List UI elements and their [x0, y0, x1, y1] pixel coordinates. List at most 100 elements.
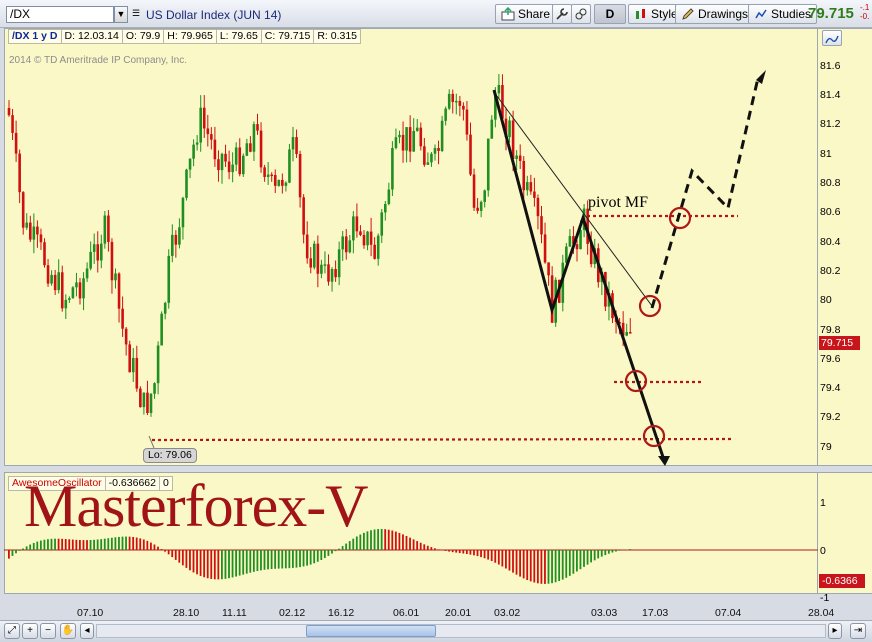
histogram-bar	[391, 530, 394, 550]
price-tick-label: 79.4	[820, 382, 841, 394]
target-circle[interactable]	[668, 206, 692, 230]
candle-body	[327, 264, 330, 282]
symbol-lookup-button[interactable]: ☰	[129, 6, 143, 23]
histogram-bar	[334, 550, 337, 552]
period-button[interactable]: D	[594, 4, 626, 24]
histogram-bar	[554, 550, 557, 583]
zoom-out-button[interactable]: −	[40, 623, 56, 639]
candle-body	[171, 234, 174, 256]
candle-body	[362, 234, 366, 246]
scroll-end-button[interactable]: ⇥	[850, 623, 866, 639]
histogram-bar	[171, 550, 174, 558]
candle-body	[270, 174, 273, 177]
histogram-bar	[583, 550, 585, 567]
histogram-bar	[43, 539, 46, 550]
candle-body	[114, 273, 117, 281]
histogram-bar	[505, 550, 507, 569]
pan-button[interactable]: ✋	[60, 623, 76, 639]
scrollbar-thumb[interactable]	[306, 625, 436, 637]
osc-tick-label: 0	[820, 545, 826, 557]
symbol-dropdown-button[interactable]: ▼	[114, 6, 128, 23]
histogram-bar	[448, 550, 450, 552]
candle-body	[547, 262, 550, 276]
scroll-right-button[interactable]: ▸	[828, 623, 842, 639]
share-label: Share	[518, 7, 551, 21]
share-button[interactable]: Share	[495, 4, 557, 24]
symbol-input[interactable]: /DX	[6, 6, 114, 23]
histogram-bar	[533, 550, 536, 583]
candle-body	[110, 241, 114, 281]
histogram-bar	[93, 539, 95, 550]
candle-body	[313, 243, 316, 268]
price-tick-label: 80.6	[820, 206, 841, 218]
zoom-in-button[interactable]: +	[22, 623, 38, 639]
candle-body	[323, 264, 327, 266]
candle-body	[78, 282, 82, 299]
candle-body	[273, 175, 277, 186]
histogram-bar	[512, 550, 514, 573]
histogram-bar	[217, 550, 220, 580]
settings-button[interactable]	[552, 4, 572, 24]
histogram-bar	[568, 550, 571, 576]
histogram-bar	[36, 541, 39, 550]
oscillator-value-tag: -0.6366	[819, 574, 865, 588]
zoom-fit-button[interactable]: ⤢	[4, 623, 20, 639]
drawings-button[interactable]: Drawings	[675, 4, 755, 24]
candle-body	[18, 153, 21, 193]
candle-body	[142, 392, 146, 408]
time-tick-label: 20.01	[445, 607, 472, 619]
chart-line-icon	[825, 35, 839, 44]
histogram-bar	[519, 550, 521, 577]
candle-body	[185, 169, 188, 198]
candle-body	[178, 227, 181, 245]
histogram-bar	[331, 550, 333, 554]
candle-body	[412, 130, 415, 152]
histogram-bar	[465, 550, 468, 555]
candlestick-chart[interactable]	[4, 28, 818, 466]
time-tick-label: 28.04	[808, 607, 835, 619]
time-scrollbar[interactable]	[96, 624, 826, 638]
histogram-bar	[15, 550, 17, 554]
histogram-bar	[281, 550, 284, 569]
histogram-bar	[576, 550, 578, 572]
histogram-bar	[402, 534, 404, 550]
histogram-bar	[536, 550, 539, 584]
histogram-bar	[394, 531, 397, 550]
projection-path[interactable]	[650, 77, 760, 309]
osc-tick-label: 1	[820, 497, 826, 509]
histogram-bar	[551, 550, 553, 584]
candle-body	[96, 244, 100, 261]
candle-body	[568, 236, 572, 247]
style-label: Style	[651, 7, 678, 21]
candle-body	[337, 249, 341, 278]
candle-body	[540, 216, 543, 235]
candle-body	[139, 388, 142, 408]
histogram-bar	[231, 550, 234, 578]
candle-body	[380, 212, 384, 236]
last-price: 79.715	[808, 5, 854, 22]
chart-style-button[interactable]	[822, 30, 842, 46]
histogram-bar	[558, 550, 561, 582]
histogram-bar	[210, 550, 213, 579]
candle-body	[238, 147, 242, 175]
candle-body	[384, 203, 387, 213]
histogram-bar	[476, 550, 479, 557]
price-tick-label: 81.4	[820, 89, 841, 101]
histogram-bar	[167, 550, 170, 555]
histogram-bar	[142, 539, 145, 550]
scroll-left-button[interactable]: ◂	[80, 623, 94, 639]
candle-body	[625, 332, 628, 336]
studies-button[interactable]: Studies	[748, 4, 818, 24]
histogram-bar	[203, 550, 206, 578]
wave-path[interactable]	[492, 89, 666, 461]
histogram-bar	[267, 550, 269, 570]
candle-body	[444, 108, 447, 121]
zoom-in-icon: +	[27, 625, 33, 636]
histogram-bar	[384, 529, 387, 550]
candle-body	[391, 148, 394, 190]
histogram-bar	[430, 547, 433, 550]
histogram-bar	[604, 550, 607, 556]
target-circle[interactable]	[638, 294, 662, 318]
link-button[interactable]	[571, 4, 591, 24]
price-tick-label: 79.8	[820, 324, 841, 336]
